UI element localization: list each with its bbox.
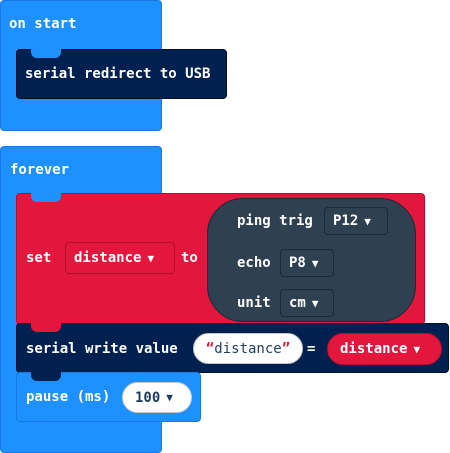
trig-pin-value: P12 [333, 213, 359, 229]
echo-pin-value: P8 [289, 255, 306, 271]
serial-redirect-block[interactable]: serial redirect to USB [16, 49, 227, 99]
variable-dropdown[interactable]: distance ▼ [65, 242, 175, 274]
pause-duration-value: 100 [135, 389, 161, 406]
chevron-down-icon: ▼ [147, 251, 155, 265]
variable-name: distance [74, 250, 142, 266]
serial-redirect-label: serial redirect to USB [25, 66, 211, 82]
chevron-down-icon: ▼ [311, 256, 319, 270]
chevron-down-icon: ▼ [413, 342, 421, 356]
close-quote: ” [281, 340, 291, 357]
unit-value: cm [289, 295, 306, 311]
name-text-input[interactable]: “ distance ” [193, 333, 303, 364]
chevron-down-icon: ▼ [311, 296, 319, 310]
serial-write-label: serial write value [26, 341, 178, 357]
unit-label: unit [237, 295, 271, 311]
block-notch [31, 193, 61, 202]
on-start-label: on start [9, 16, 77, 32]
equals-label: = [307, 341, 316, 357]
set-variable-block[interactable]: set distance ▼ to ping trig P12 ▼ echo P… [16, 193, 425, 325]
block-notch [31, 372, 61, 381]
distance-variable-name: distance [340, 341, 408, 357]
block-notch [31, 323, 61, 332]
trig-pin-dropdown[interactable]: P12 ▼ [324, 207, 388, 235]
to-label: to [181, 250, 198, 266]
pause-label: pause (ms) [26, 389, 111, 405]
ping-reporter[interactable]: ping trig P12 ▼ echo P8 ▼ unit cm ▼ [207, 198, 416, 322]
unit-dropdown[interactable]: cm ▼ [280, 289, 334, 317]
chevron-down-icon: ▼ [364, 214, 371, 228]
distance-variable-reporter[interactable]: distance ▼ [327, 333, 442, 365]
ping-trig-label: ping trig [237, 213, 313, 229]
set-label: set [26, 250, 52, 266]
serial-write-value-block[interactable]: serial write value “ distance ” = distan… [16, 323, 449, 373]
block-notch [31, 49, 61, 58]
chevron-down-icon: ▼ [166, 391, 173, 404]
pause-duration-dropdown[interactable]: 100 ▼ [122, 382, 192, 413]
name-text-value: distance [214, 340, 282, 357]
forever-label: forever [10, 162, 70, 178]
echo-pin-dropdown[interactable]: P8 ▼ [280, 249, 334, 277]
open-quote: “ [205, 340, 215, 357]
echo-label: echo [237, 255, 271, 271]
pause-block[interactable]: pause (ms) 100 ▼ [16, 372, 201, 422]
